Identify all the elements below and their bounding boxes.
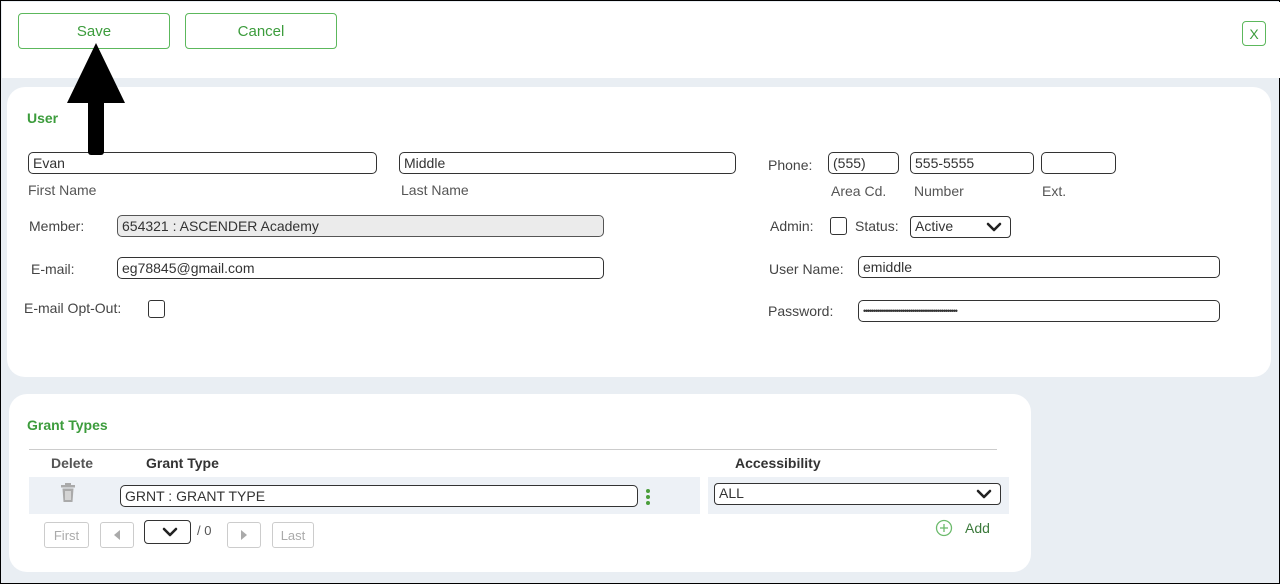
phone-area-code-input[interactable]: (555) bbox=[828, 152, 899, 174]
kebab-menu-icon[interactable] bbox=[645, 488, 651, 506]
cancel-button[interactable]: Cancel bbox=[185, 13, 337, 49]
close-button[interactable]: X bbox=[1242, 21, 1266, 46]
first-name-label: First Name bbox=[28, 182, 97, 198]
phone-ext-label: Ext. bbox=[1042, 183, 1067, 199]
table-header-divider bbox=[29, 449, 997, 450]
status-label: Status: bbox=[855, 218, 899, 234]
chevron-down-icon bbox=[986, 222, 1002, 232]
accessibility-select-value: ALL bbox=[719, 485, 744, 501]
password-label: Password: bbox=[768, 303, 834, 319]
user-section-title: User bbox=[27, 110, 59, 126]
grant-type-column-header: Grant Type bbox=[146, 455, 219, 471]
toolbar: Save Cancel X bbox=[2, 2, 1280, 78]
chevron-down-icon bbox=[976, 489, 992, 499]
caret-right-icon bbox=[241, 530, 247, 540]
app-frame: Save Cancel X User Evan First Name Middl… bbox=[0, 0, 1280, 584]
area-code-label: Area Cd. bbox=[831, 183, 887, 199]
status-select[interactable]: Active bbox=[910, 216, 1011, 238]
username-input[interactable]: emiddle bbox=[858, 256, 1220, 278]
chevron-down-icon bbox=[162, 527, 178, 537]
last-name-input[interactable]: Middle bbox=[399, 152, 736, 174]
phone-number-input[interactable]: 555-5555 bbox=[910, 152, 1034, 174]
member-field: 654321 : ASCENDER Academy bbox=[117, 215, 604, 237]
status-select-value: Active bbox=[915, 218, 954, 234]
first-page-button[interactable]: First bbox=[44, 522, 89, 548]
grant-type-input[interactable]: GRNT : GRANT TYPE bbox=[120, 485, 638, 507]
phone-label: Phone: bbox=[768, 157, 813, 173]
email-input[interactable]: eg78845@gmail.com bbox=[117, 257, 604, 279]
accessibility-select[interactable]: ALL bbox=[714, 483, 1001, 505]
add-circle-icon bbox=[935, 519, 953, 537]
username-label: User Name: bbox=[769, 261, 844, 277]
password-input[interactable]: ••••••••••••••••••••••••••••••••••••••••… bbox=[858, 300, 1220, 322]
member-label: Member: bbox=[29, 218, 85, 234]
phone-number-label: Number bbox=[914, 183, 964, 199]
email-opt-out-checkbox[interactable] bbox=[148, 300, 165, 318]
email-label: E-mail: bbox=[31, 261, 75, 277]
last-page-button[interactable]: Last bbox=[272, 522, 314, 548]
first-name-input[interactable]: Evan bbox=[28, 152, 377, 174]
annotation-arrow-shaft bbox=[88, 91, 104, 155]
page-select[interactable] bbox=[144, 520, 191, 544]
add-grant-type-button[interactable]: Add bbox=[935, 519, 990, 537]
email-opt-out-label: E-mail Opt-Out: bbox=[24, 300, 122, 316]
add-label: Add bbox=[965, 520, 990, 536]
last-name-label: Last Name bbox=[401, 182, 469, 198]
grant-types-section-title: Grant Types bbox=[27, 417, 108, 433]
accessibility-column-header: Accessibility bbox=[735, 455, 821, 471]
previous-page-button[interactable] bbox=[100, 522, 134, 548]
caret-left-icon bbox=[114, 530, 120, 540]
admin-label: Admin: bbox=[770, 218, 814, 234]
admin-checkbox[interactable] bbox=[830, 217, 847, 235]
page-total: / 0 bbox=[197, 523, 212, 538]
delete-column-header: Delete bbox=[51, 455, 94, 471]
trash-icon[interactable] bbox=[59, 483, 77, 503]
phone-ext-input[interactable] bbox=[1041, 152, 1116, 174]
next-page-button[interactable] bbox=[227, 522, 261, 548]
